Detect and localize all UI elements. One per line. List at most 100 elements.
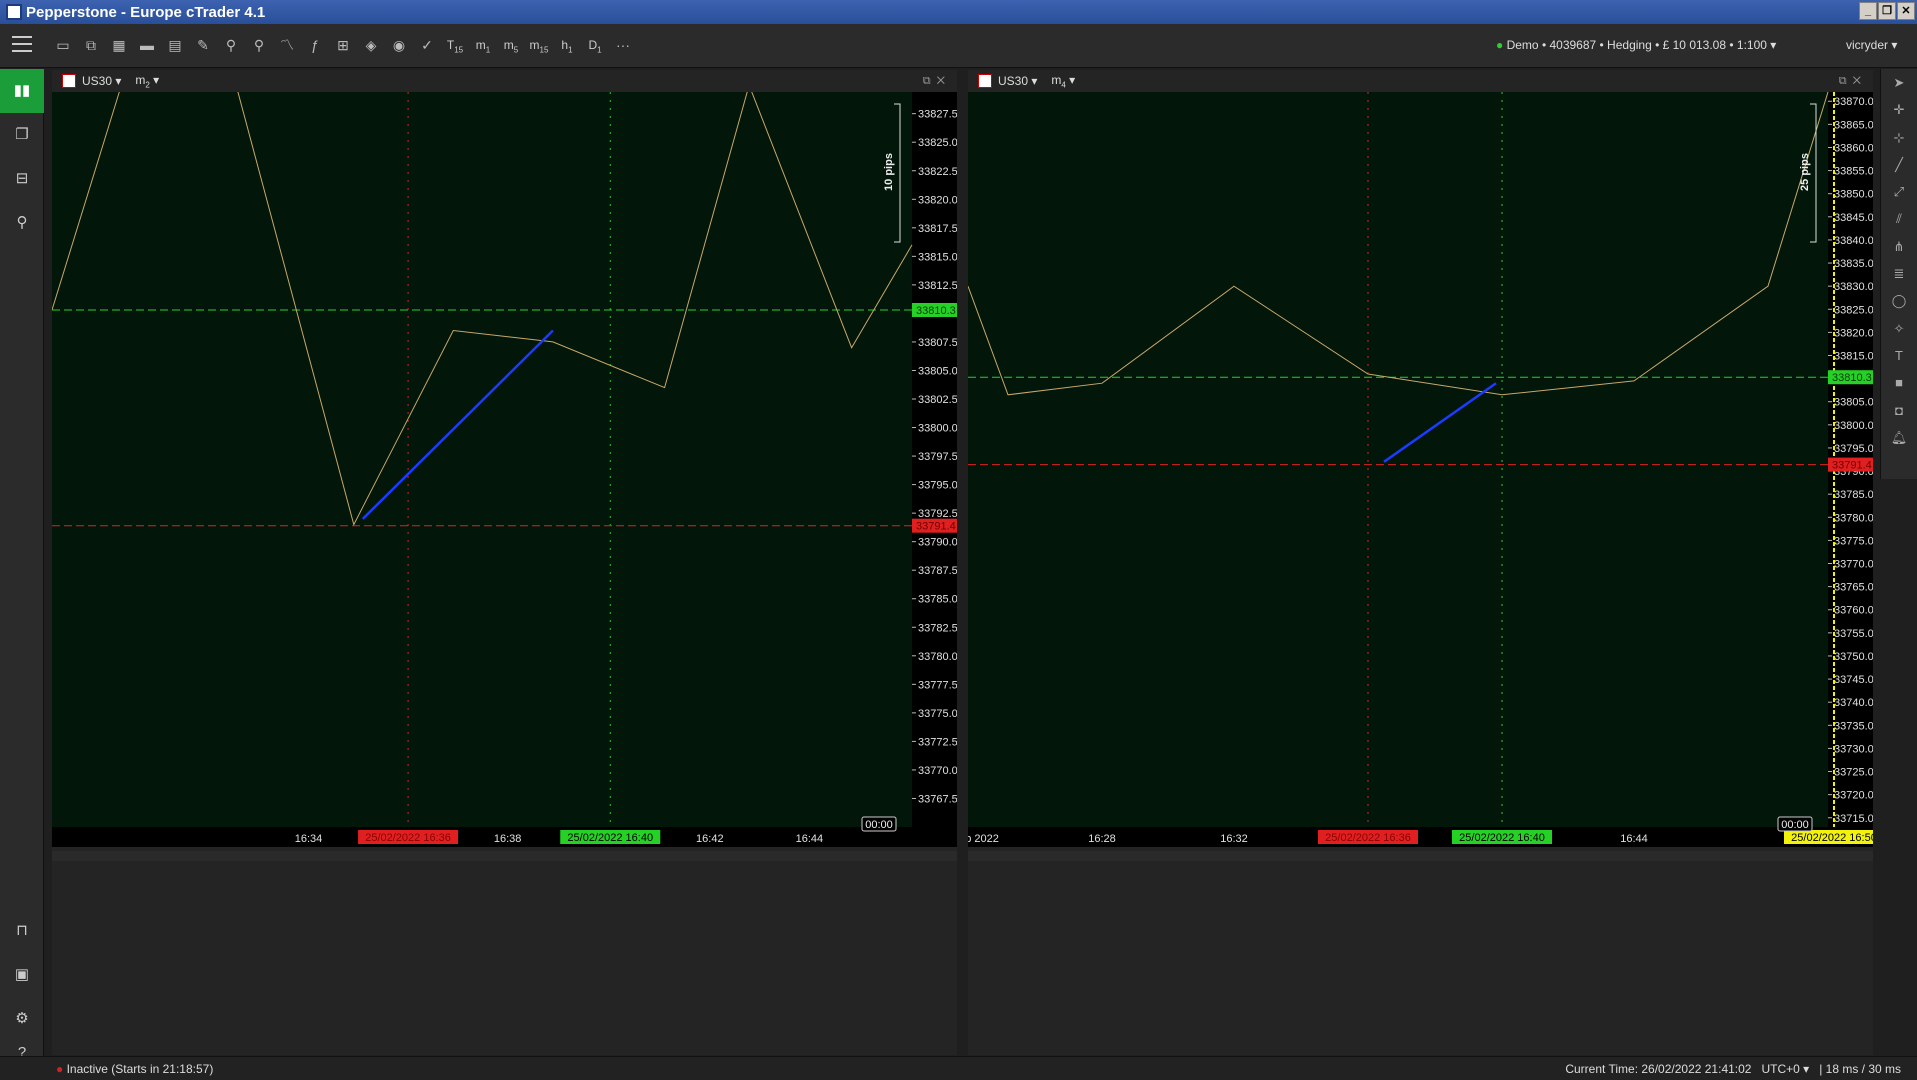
channel-tool-icon[interactable]: ⫽ (1881, 205, 1917, 232)
price-tick-label: 33812.5 (918, 280, 957, 292)
account-info: Demo • 4039687 • Hedging • £ 10 013.08 •… (1506, 38, 1767, 52)
multi-chart-layout-icon[interactable]: ▦ (108, 34, 130, 56)
price-tick-label: 33797.5 (918, 451, 957, 463)
chart-type-icon[interactable]: 〽 (276, 34, 298, 56)
price-tick-label: 33770.0 (1834, 559, 1873, 571)
indicators-icon[interactable]: ƒ (304, 34, 326, 56)
price-tick-label: 33835.0 (1834, 258, 1873, 270)
new-chart-icon[interactable]: ▭ (52, 34, 74, 56)
timeframe-sub: 4 (1061, 80, 1066, 90)
price-tick-label: 33730.0 (1834, 743, 1873, 755)
close-button[interactable]: ✕ (1897, 2, 1915, 20)
cursor-tool-icon[interactable]: ➤ (1881, 69, 1917, 96)
alert-bell-icon[interactable]: 🔔︎ (1881, 424, 1917, 451)
menu-icon[interactable] (12, 36, 32, 54)
pitchfork-tool-icon[interactable]: ⋔ (1881, 233, 1917, 260)
timezone-label: UTC+0 (1761, 1062, 1800, 1076)
wallet-icon[interactable]: ▣ (8, 961, 36, 989)
detach-chart-icon[interactable]: ⧉ (80, 34, 102, 56)
price-tick-label: 33772.5 (918, 736, 957, 748)
time-tick-label: 16:44 (796, 833, 824, 845)
main-toolbar: ▭ ⧉ ▦ ▬ ▤ ✎ ⚲ ⚲ 〽 ƒ ⊞ ◈ ◉ ✓ T15 m1 m5 m1… (0, 24, 1917, 68)
price-tick-label: 33815.0 (1834, 350, 1873, 362)
horizontal-scrollbar (968, 851, 1873, 861)
magnet-tool-icon[interactable]: ⊹ (1881, 124, 1917, 151)
price-tick-label: 33805.0 (1834, 397, 1873, 409)
price-tick-label: 33865.0 (1834, 119, 1873, 131)
tradewatch-icon[interactable]: ⊓ (8, 917, 36, 945)
timeframe-m5-button[interactable]: m5 (500, 34, 522, 56)
analyze-app-icon[interactable]: ⚲ (8, 209, 36, 237)
text-tool-icon[interactable]: T (1881, 342, 1917, 369)
maximize-button[interactable]: ❐ (1878, 2, 1896, 20)
time-tick-label: 25 Feb 2022 (968, 833, 999, 845)
ellipse-tool-icon[interactable]: ◯ (1881, 287, 1917, 314)
account-selector[interactable]: ● Demo • 4039687 • Hedging • £ 10 013.08… (1496, 38, 1776, 52)
minimize-button[interactable]: _ (1859, 2, 1877, 20)
fibonacci-tool-icon[interactable]: ≣ (1881, 260, 1917, 287)
symbol-flag-icon (62, 74, 76, 88)
automate-app-icon[interactable]: ⊟ (8, 165, 36, 193)
timeframe-d1-button[interactable]: D1 (584, 34, 606, 56)
chart-window-right: US30 ▾ m4 ▾ ⧉✕ 33870.0 33865.0 33860.0 3385… (968, 70, 1873, 1055)
settings-gear-icon[interactable]: ⚙ (8, 1005, 36, 1033)
marker-label: 25/02/2022 16:36 (1325, 832, 1411, 844)
time-tick-label: 16:38 (494, 833, 522, 845)
chart-window-controls[interactable]: ⧉✕ (923, 75, 951, 88)
price-tick-label: 33765.0 (1834, 582, 1873, 594)
chart-settings-icon[interactable]: ✎ (192, 34, 214, 56)
price-tick-label: 33850.0 (1834, 189, 1873, 201)
timeframe-selector[interactable]: m2 ▾ (135, 73, 159, 89)
price-tick-label: 33840.0 (1834, 235, 1873, 247)
price-tick-label: 33790.0 (918, 537, 957, 549)
eye-icon[interactable]: ◉ (388, 34, 410, 56)
single-chart-layout-icon[interactable]: ▬ (136, 34, 158, 56)
price-tick-label: 33820.0 (1834, 327, 1873, 339)
plot-area (968, 92, 1828, 827)
price-tick-label: 33800.0 (1834, 420, 1873, 432)
timezone-selector[interactable]: UTC+0 ▾ (1761, 1062, 1809, 1076)
price-tick-label: 33817.5 (918, 223, 957, 235)
copy-app-icon[interactable]: ❐ (8, 121, 36, 149)
user-menu[interactable]: vicryder ▾ (1846, 38, 1897, 52)
timeframe-selector[interactable]: m4 ▾ (1051, 73, 1075, 89)
more-options-icon[interactable]: ··· (612, 34, 634, 56)
timeframe-t15-button[interactable]: T15 (444, 34, 466, 56)
timeframe-m15-button[interactable]: m15 (528, 34, 550, 56)
chart-canvas[interactable]: 33827.5 33825.0 33822.5 33820.0 33817.5 33815… (52, 92, 957, 1055)
split-layout-icon[interactable]: ▤ (164, 34, 186, 56)
price-tick-label: 33820.0 (918, 194, 957, 206)
zoom-in-icon[interactable]: ⚲ (220, 34, 242, 56)
price-tick-label: 33800.0 (918, 423, 957, 435)
chart-window-controls[interactable]: ⧉✕ (1839, 75, 1867, 88)
time-tick-label: 16:34 (295, 833, 323, 845)
left-sidebar: ▮▮ ❐ ⊟ ⚲ ⊓ ▣ ⚙ ? (0, 69, 44, 1061)
ray-tool-icon[interactable]: ⤢ (1881, 178, 1917, 205)
chart-window-left: US30 ▾ m2 ▾ ⧉✕ 33827.5 33825.0 33822.5 3382… (52, 70, 957, 1055)
crosshair-tool-icon[interactable]: ✛ (1881, 96, 1917, 123)
price-tick-label: 33735.0 (1834, 720, 1873, 732)
price-tick-label: 33715.0 (1834, 813, 1873, 825)
marker-label: 25/02/2022 16:40 (567, 832, 653, 844)
drawing-tools-icon[interactable]: ✓ (416, 34, 438, 56)
bot-icon[interactable]: ⊞ (332, 34, 354, 56)
username-label: vicryder (1846, 38, 1889, 52)
zoom-out-icon[interactable]: ⚲ (248, 34, 270, 56)
layers-icon[interactable]: ◈ (360, 34, 382, 56)
price-tick-label: 33777.5 (918, 679, 957, 691)
trend-line-tool-icon[interactable]: ╱ (1881, 151, 1917, 178)
price-tick-label: 33780.0 (1834, 512, 1873, 524)
star-tool-icon[interactable]: ✧ (1881, 315, 1917, 342)
symbol-selector[interactable]: US30 ▾ (998, 74, 1037, 88)
marker-label: 25/02/2022 16:36 (365, 832, 451, 844)
timeframe-h1-button[interactable]: h1 (556, 34, 578, 56)
trade-app-icon[interactable]: ▮▮ (0, 69, 44, 113)
rectangle-tool-icon[interactable]: ■ (1881, 369, 1917, 396)
chart-canvas[interactable]: 33870.0 33865.0 33860.0 33855.0 33850.0 33845… (968, 92, 1873, 1055)
timeframe-m1-button[interactable]: m1 (472, 34, 494, 56)
price-tick-label: 33785.0 (1834, 489, 1873, 501)
price-tick-label: 33802.5 (918, 394, 957, 406)
symbol-selector[interactable]: US30 ▾ (82, 74, 121, 88)
camera-tool-icon[interactable]: ◘ (1881, 397, 1917, 424)
price-tick-label: 33755.0 (1834, 628, 1873, 640)
